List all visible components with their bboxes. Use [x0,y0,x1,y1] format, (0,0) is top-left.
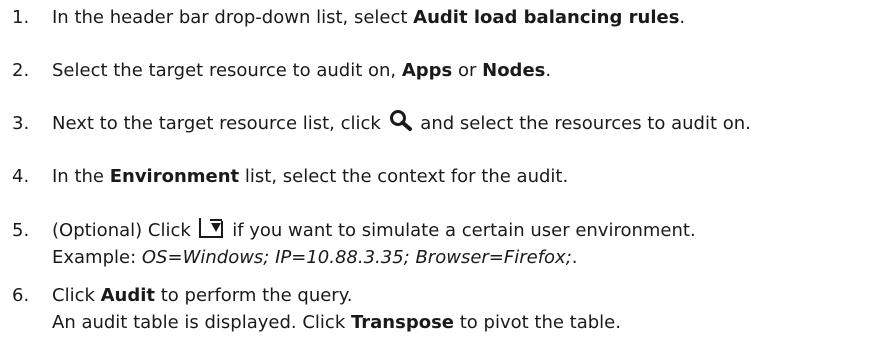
step-text-part: Example: [52,247,142,268]
step-bold-text: Audit load balancing rules [413,7,680,28]
step-bold-text: Nodes [482,60,546,81]
step-text-part: Select the target resource to audit on, [52,60,402,81]
step-text: Select the target resource to audit on, … [52,59,551,83]
filter-down-icon [198,217,224,239]
step-text: Click Audit to perform the query. [52,284,353,308]
step-text-part: list, select the context for the audit. [239,166,569,187]
step-text-part: or [452,60,483,81]
step-text-part: (Optional) Click [52,220,197,241]
step-text-part: In the header bar drop-down list, select [52,7,414,28]
step-text-part: to perform the query. [155,285,353,306]
step-bold-text: Audit [100,285,156,306]
step-text-part: In the [52,166,110,187]
step-text: Next to the target resource list, click … [52,109,751,136]
step-text-part: . [571,247,578,268]
step-text-part: An audit table is displayed. Click [52,312,351,333]
step-text-part: and select the resources to audit on. [414,113,751,134]
step-6-result: An audit table is displayed. Click Trans… [52,311,621,335]
search-icon [389,109,413,131]
step-number: 2. [12,60,30,81]
step-text-part: to pivot the table. [454,312,621,333]
step-text-part: . [545,60,552,81]
step-text: In the Environment list, select the cont… [52,165,568,189]
step-text-part: Next to the target resource list, click [52,113,387,134]
step-text-part: . [679,7,686,28]
step-text: (Optional) Click if you want to simulate… [52,217,696,243]
step-number: 6. [12,285,30,306]
step-text-part: Click [52,285,101,306]
step-bold-text: Environment [109,166,240,187]
step-text: In the header bar drop-down list, select… [52,6,685,30]
instruction-steps: 1. In the header bar drop-down list, sel… [0,0,893,340]
step-number: 3. [12,113,30,134]
step-number: 4. [12,166,30,187]
step-italic-text: OS=Windows; IP=10.88.3.35; Browser=Firef… [141,247,572,268]
step-bold-text: Apps [401,60,453,81]
step-text-part: if you want to simulate a certain user e… [226,220,696,241]
step-number: 1. [12,7,30,28]
step-number: 5. [12,220,30,241]
step-5-example: Example: OS=Windows; IP=10.88.3.35; Brow… [52,246,578,270]
step-bold-text: Transpose [350,312,454,333]
